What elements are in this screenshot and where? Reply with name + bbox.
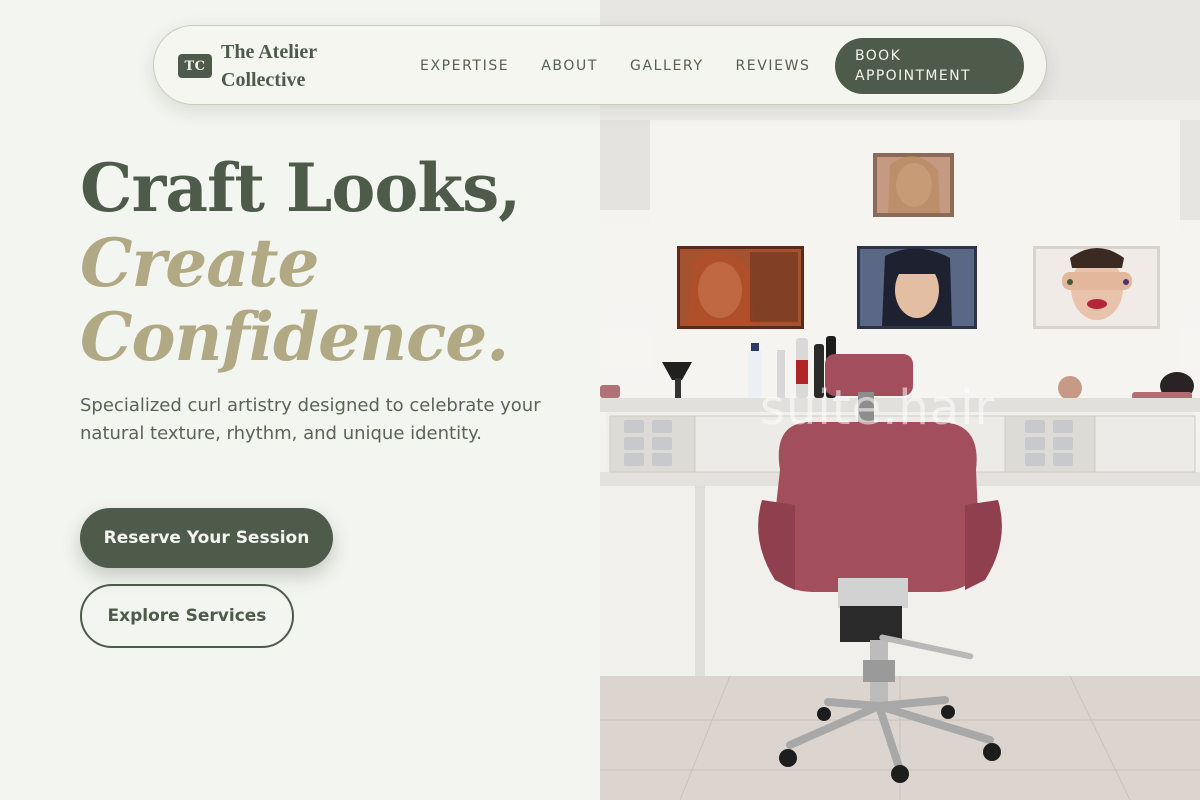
headline-line-3: Confidence. [80,298,509,376]
brand-logo[interactable]: TC The Atelier Collective [178,38,331,94]
brand-badge: TC [178,54,212,78]
wall-portrait-top [873,153,954,217]
nav-link-expertise[interactable]: EXPERTISE [420,58,509,74]
nav-link-gallery[interactable]: GALLERY [630,58,703,74]
nav-link-about[interactable]: ABOUT [541,58,598,74]
reserve-session-button[interactable]: Reserve Your Session [80,508,333,568]
book-appointment-button[interactable]: BOOK APPOINTMENT [835,38,1024,94]
salon-interior-illustration [600,0,1200,800]
nav-link-reviews[interactable]: REVIEWS [735,58,810,74]
hero-headline: Craft Looks, Create Confidence. [80,150,600,374]
headline-line-1: Craft Looks, [80,149,521,227]
wall-portrait-right [1033,246,1160,329]
nav-links: EXPERTISE ABOUT GALLERY REVIEWS [420,26,843,106]
headline-line-2: Create [80,224,320,302]
explore-services-button[interactable]: Explore Services [80,584,294,648]
hero-subtext: Specialized curl artistry designed to ce… [80,395,541,444]
brand-name: The Atelier Collective [221,41,317,91]
wall-portrait-center [857,246,977,329]
top-navbar: TC The Atelier Collective EXPERTISE ABOU… [153,25,1047,105]
hero-photo [600,0,1200,800]
wall-portrait-left [677,246,804,329]
